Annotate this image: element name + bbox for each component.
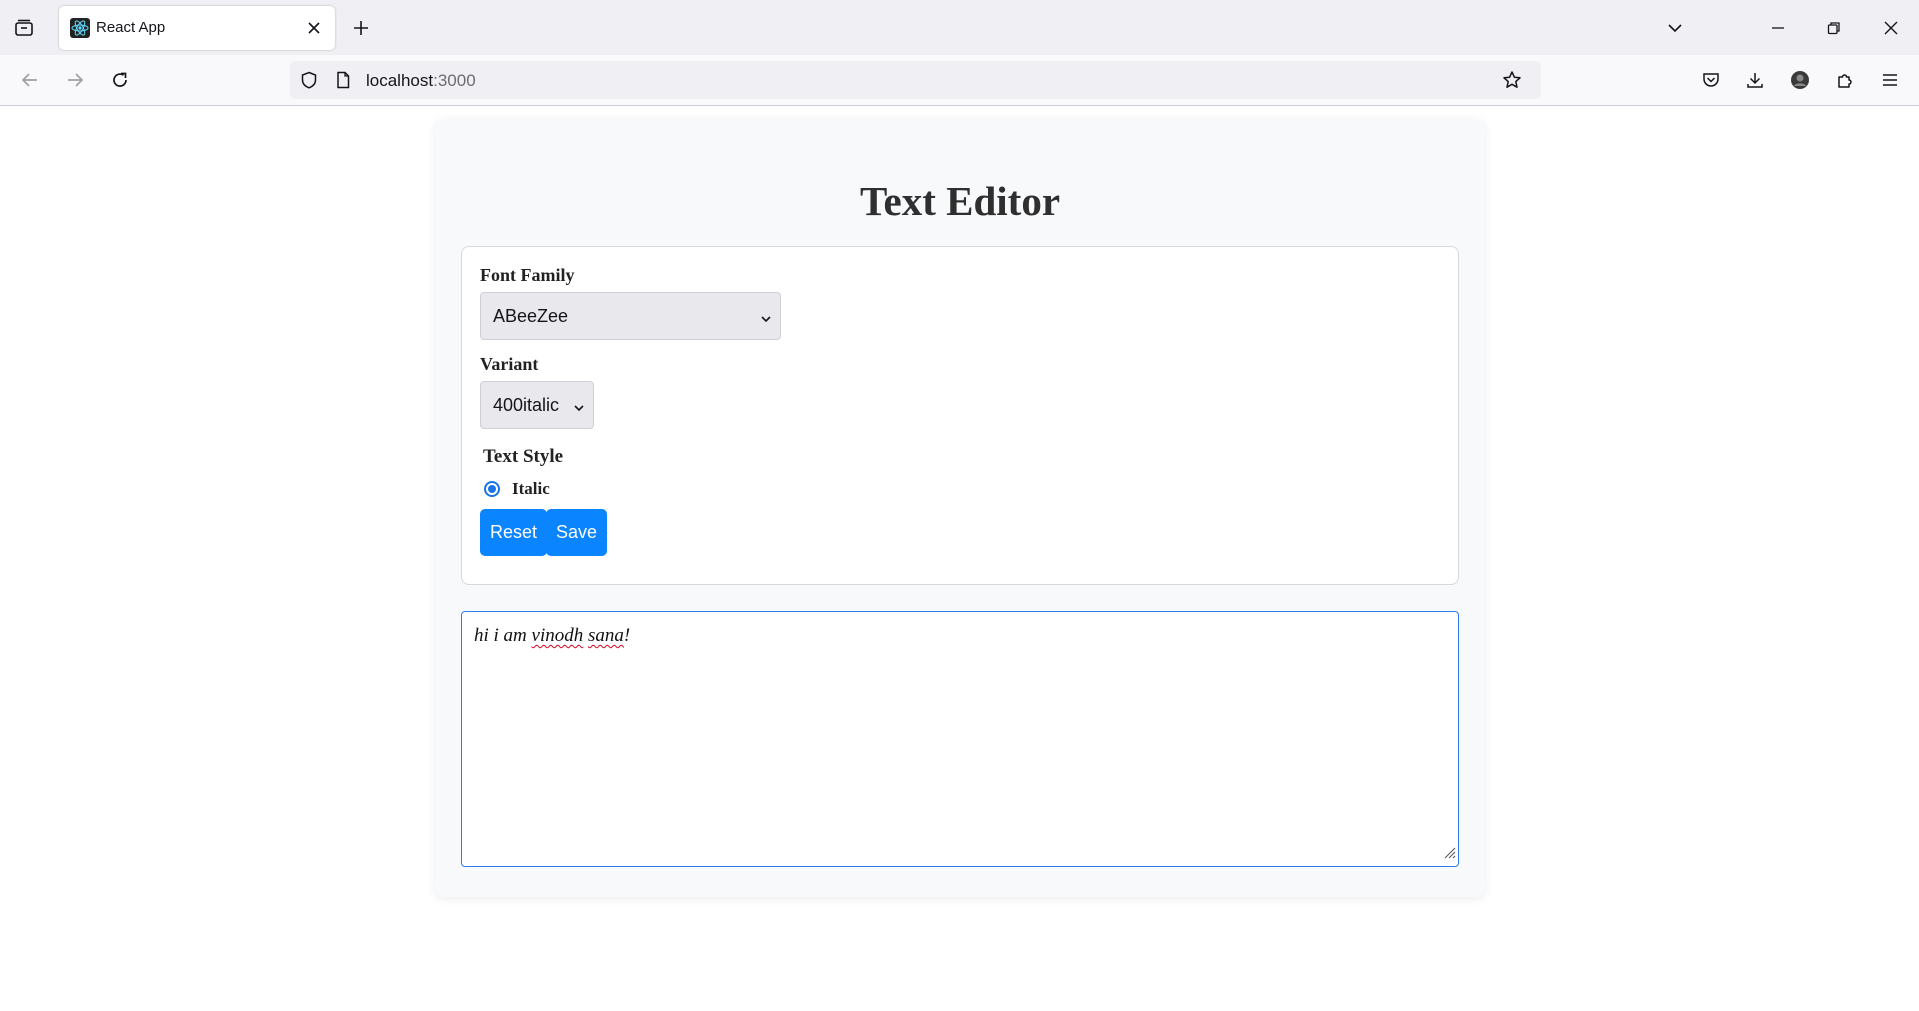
page-content: Text Editor Font Family ABeeZee Variant … [0,106,1919,1011]
url-text: localhost:3000 [366,71,476,91]
window-close-icon[interactable] [1879,16,1903,40]
extensions-icon[interactable] [1833,68,1857,92]
account-icon[interactable] [1788,68,1812,92]
minimize-icon[interactable] [1766,16,1790,40]
editor-textarea[interactable]: hi i am vinodh sana! [461,611,1459,867]
misspelled-word: sana [588,625,624,646]
reload-icon[interactable] [108,68,132,92]
menu-icon[interactable] [1878,68,1902,92]
font-family-select[interactable]: ABeeZee [480,292,781,340]
tab-react-app[interactable]: React App [59,6,335,50]
editor-text-suffix: ! [623,625,631,646]
radio-checked-dot [488,485,496,493]
page-title: Text Editor [859,178,1061,224]
tab-strip: React App [0,0,1919,55]
restore-icon[interactable] [1822,16,1846,40]
page-icon[interactable] [332,69,354,91]
pocket-icon[interactable] [1699,68,1723,92]
resize-handle-icon[interactable] [1442,845,1456,864]
download-icon[interactable] [1743,68,1767,92]
close-icon[interactable] [302,16,326,40]
italic-radio[interactable] [484,481,500,497]
controls-panel: Font Family ABeeZee Variant 400italic Te… [461,246,1459,585]
star-icon[interactable] [1501,69,1523,91]
url-bar[interactable]: localhost:3000 [290,61,1541,99]
variant-value: 400italic [493,394,560,415]
variant-select[interactable]: 400italic [480,381,594,429]
reset-button[interactable]: Reset [480,509,547,556]
url-port: :3000 [433,71,476,90]
forward-icon[interactable] [63,68,87,92]
chevron-down-icon [760,309,772,330]
tab-title: React App [96,19,166,36]
nav-toolbar: localhost:3000 [0,55,1919,106]
shield-icon[interactable] [298,69,320,91]
italic-label[interactable]: Italic [512,479,550,499]
list-all-tabs-icon[interactable] [1663,16,1687,40]
url-host: localhost [366,71,434,90]
editor-text-prefix: hi i am [474,625,532,646]
misspelled-word: vinodh [531,625,584,646]
editor-card: Text Editor Font Family ABeeZee Variant … [435,119,1485,897]
editor-content: hi i am vinodh sana! [474,625,630,647]
react-logo-icon [70,18,90,38]
font-family-label: Font Family [480,265,575,285]
variant-label: Variant [480,354,539,374]
chevron-down-icon [573,398,585,419]
font-family-value: ABeeZee [493,305,569,326]
new-tab-icon[interactable] [349,16,373,40]
back-icon[interactable] [18,68,42,92]
text-style-label: Text Style [483,446,564,467]
save-button[interactable]: Save [546,509,607,556]
tab-list-icon[interactable] [12,16,36,40]
